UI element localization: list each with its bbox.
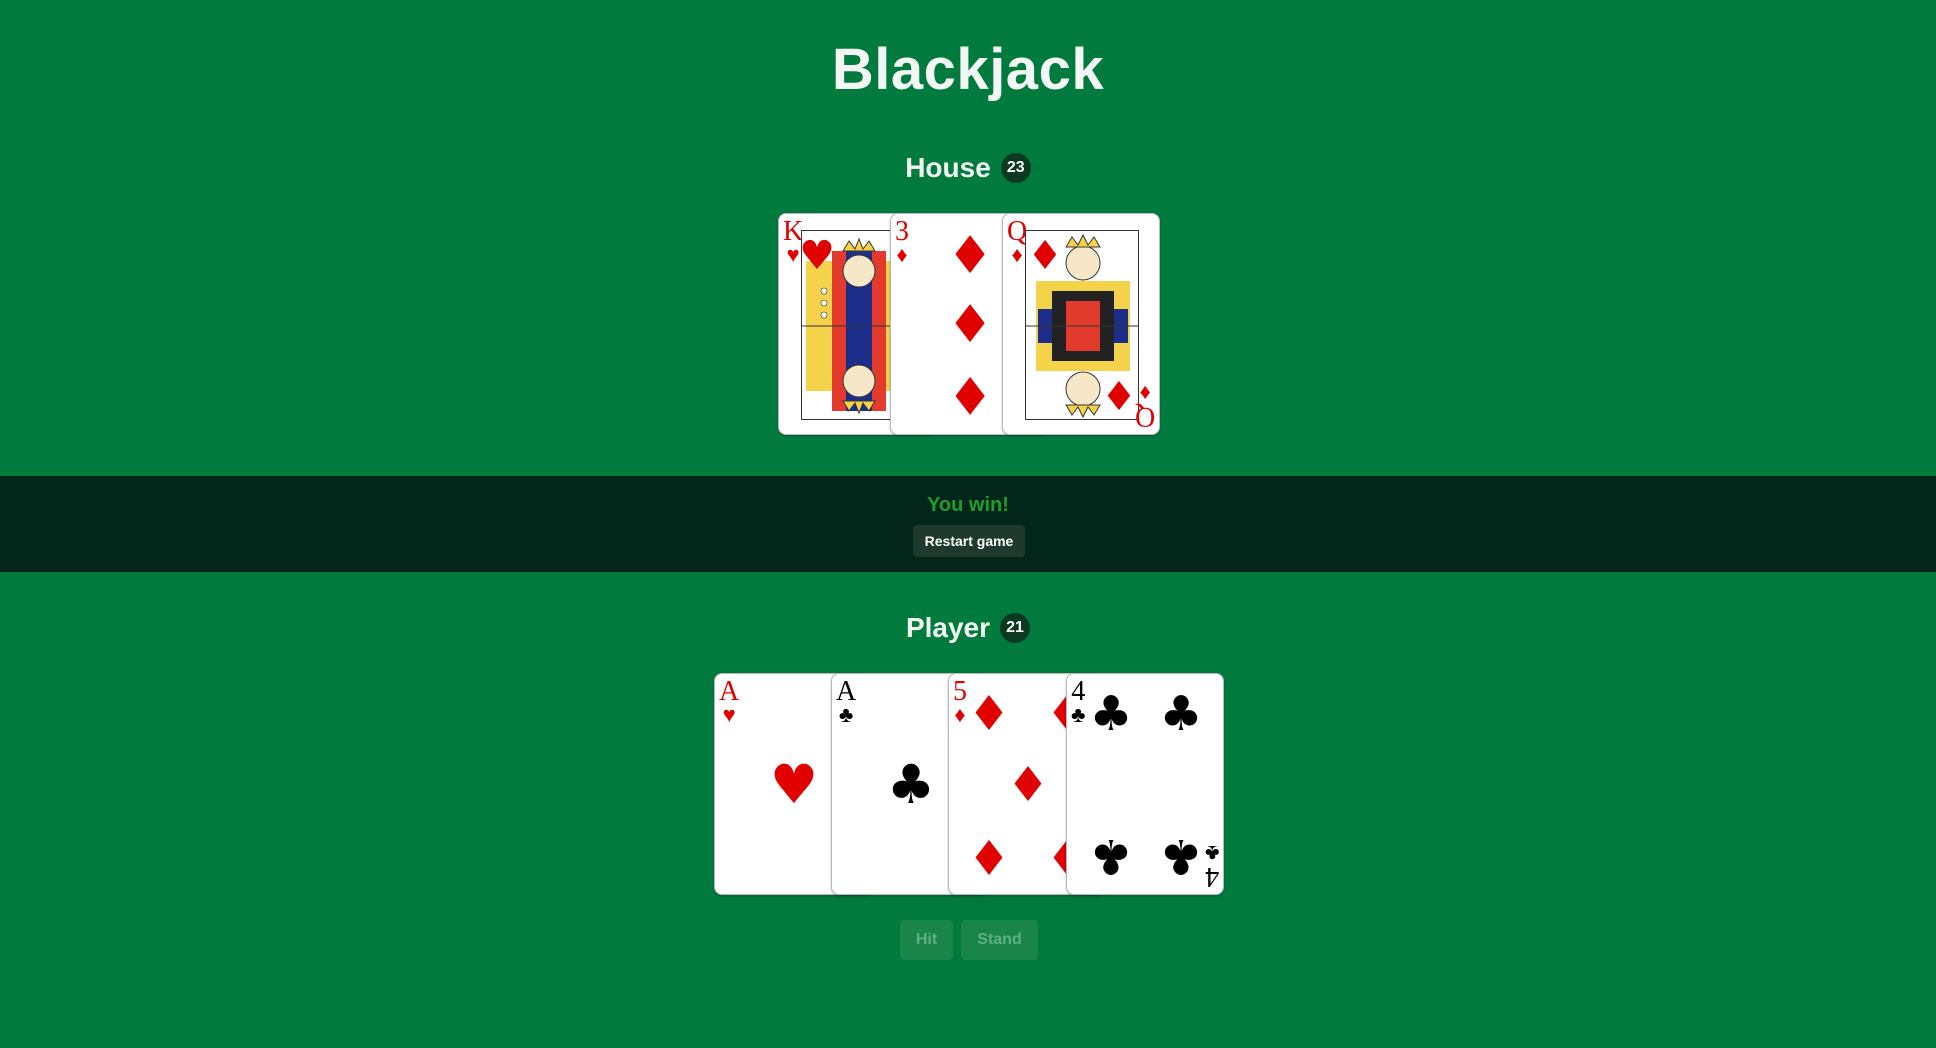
house-card-queen-of-diamonds: Q ♦ ♦ ♦ Q ♦ (1002, 213, 1160, 435)
card-corner: 4 ♣ (1204, 841, 1219, 892)
house-score-badge: 23 (1000, 153, 1031, 183)
card-corner: Q ♦ (1134, 381, 1155, 432)
diamond-icon: ♦ (896, 242, 908, 267)
hit-button[interactable]: Hit (900, 920, 953, 960)
diamond-icon: ♦ (946, 364, 994, 424)
house-hand: K ♥ ♥ 3 ♦ ♦ ♦ ♦ Q ♦ ♦ ♦ Q ♦ (778, 213, 1160, 435)
player-header: Player 21 (0, 612, 1936, 644)
heart-icon: ♥ (799, 233, 835, 279)
card-corner: 4 ♣ (1071, 676, 1086, 727)
diamond-icon: ♦ (1027, 233, 1063, 279)
card-corner: A ♣ (836, 676, 857, 727)
restart-game-button[interactable]: Restart game (913, 525, 1025, 557)
card-corner: 3 ♦ (895, 216, 909, 267)
card-corner: A ♥ (719, 676, 740, 727)
house-header: House 23 (0, 152, 1936, 184)
result-banner: You win! Restart game (0, 476, 1936, 572)
diamond-icon: ♦ (954, 702, 966, 727)
diamond-icon: ♦ (967, 686, 1011, 742)
club-icon: ♣ (838, 702, 854, 727)
club-icon: ♣ (1089, 686, 1133, 742)
diamond-icon: ♦ (1101, 371, 1137, 417)
game-title: Blackjack (831, 37, 1105, 102)
heart-icon: ♥ (722, 702, 736, 727)
result-message: You win! (927, 494, 1009, 516)
diamond-icon: ♦ (946, 295, 994, 355)
club-icon: ♣ (1089, 828, 1133, 884)
player-card-four-of-clubs: 4 ♣ ♣ ♣ ♣ ♣ 4 ♣ (1066, 673, 1224, 895)
player-label: Player (905, 612, 991, 643)
house-label: House (905, 152, 991, 183)
stand-button[interactable]: Stand (961, 920, 1038, 960)
club-icon: ♣ (1159, 828, 1203, 884)
player-score-badge: 21 (1000, 613, 1031, 643)
club-icon: ♣ (1159, 686, 1203, 742)
diamond-icon: ♦ (1006, 757, 1050, 813)
diamond-icon: ♦ (967, 828, 1011, 884)
player-hand: A ♥ ♥ A ♣ ♣ 5 ♦ ♦ ♦ ♦ ♦ ♦ 4 ♣ ♣ ♣ ♣ ♣ (714, 673, 1224, 895)
club-icon: ♣ (1071, 702, 1086, 727)
diamond-icon: ♦ (946, 226, 994, 286)
heart-icon: ♥ (769, 753, 819, 816)
card-corner: 5 ♦ (953, 676, 967, 727)
club-icon: ♣ (886, 753, 936, 816)
club-icon: ♣ (1204, 841, 1219, 866)
